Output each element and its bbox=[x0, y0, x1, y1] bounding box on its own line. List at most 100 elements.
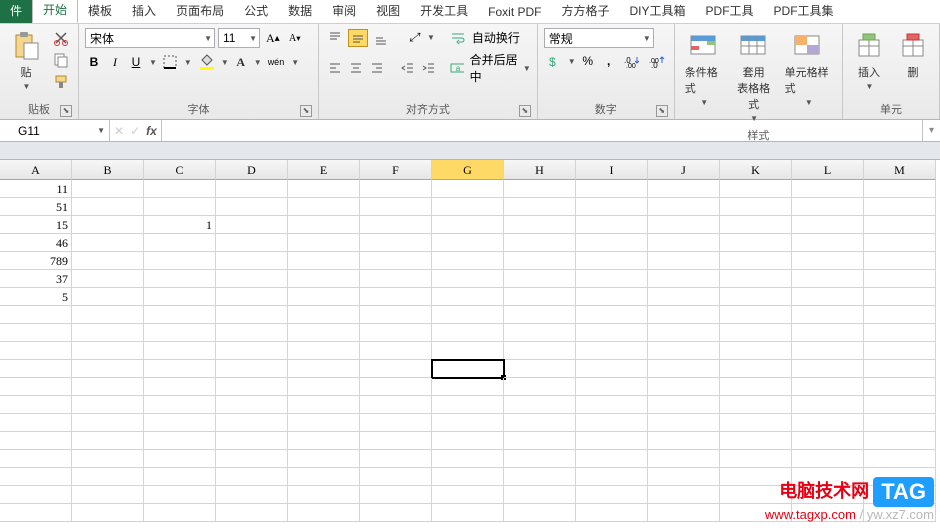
cell[interactable] bbox=[216, 450, 288, 468]
cell[interactable] bbox=[432, 270, 504, 288]
cell[interactable] bbox=[648, 342, 720, 360]
cell[interactable] bbox=[216, 252, 288, 270]
cell[interactable] bbox=[864, 414, 936, 432]
cell[interactable] bbox=[144, 270, 216, 288]
cell[interactable] bbox=[144, 414, 216, 432]
column-header[interactable]: C bbox=[144, 160, 216, 180]
align-top-button[interactable] bbox=[325, 29, 345, 47]
tab-foxitpdf[interactable]: Foxit PDF bbox=[478, 1, 551, 23]
cell[interactable] bbox=[792, 198, 864, 216]
cell[interactable] bbox=[0, 378, 72, 396]
cell[interactable] bbox=[504, 414, 576, 432]
cell[interactable] bbox=[288, 486, 360, 504]
cell[interactable] bbox=[360, 324, 432, 342]
cell[interactable] bbox=[504, 306, 576, 324]
cell[interactable] bbox=[864, 198, 936, 216]
cell[interactable] bbox=[288, 288, 360, 306]
italic-button[interactable]: I bbox=[106, 53, 124, 72]
cell[interactable]: 789 bbox=[0, 252, 72, 270]
cancel-formula-icon[interactable]: ✕ bbox=[114, 124, 124, 138]
cell[interactable] bbox=[576, 504, 648, 522]
cell[interactable] bbox=[792, 306, 864, 324]
cell[interactable] bbox=[576, 198, 648, 216]
cell[interactable] bbox=[360, 180, 432, 198]
cell[interactable] bbox=[720, 450, 792, 468]
cell[interactable] bbox=[216, 288, 288, 306]
cell[interactable] bbox=[648, 378, 720, 396]
spreadsheet-grid[interactable]: ABCDEFGHIJKLM 115115146789375 电脑技术网TAG w… bbox=[0, 160, 940, 528]
cell[interactable] bbox=[216, 180, 288, 198]
cell[interactable] bbox=[0, 342, 72, 360]
decrease-decimal-button[interactable]: .00.0 bbox=[646, 52, 668, 70]
cell[interactable] bbox=[144, 288, 216, 306]
column-header[interactable]: L bbox=[792, 160, 864, 180]
fill-color-button[interactable] bbox=[195, 52, 217, 72]
cell[interactable]: 51 bbox=[0, 198, 72, 216]
cell[interactable] bbox=[504, 360, 576, 378]
tab-home[interactable]: 开始 bbox=[32, 0, 78, 23]
cell[interactable] bbox=[360, 342, 432, 360]
cell[interactable] bbox=[432, 486, 504, 504]
cell[interactable] bbox=[288, 324, 360, 342]
cell[interactable] bbox=[576, 378, 648, 396]
align-center-button[interactable] bbox=[346, 59, 364, 77]
conditional-format-button[interactable]: 条件格式▼ bbox=[681, 28, 727, 125]
cell[interactable] bbox=[0, 414, 72, 432]
cell[interactable] bbox=[288, 234, 360, 252]
cell[interactable] bbox=[360, 414, 432, 432]
cell[interactable] bbox=[864, 450, 936, 468]
cell[interactable] bbox=[504, 486, 576, 504]
cell-styles-button[interactable]: 单元格样式▼ bbox=[781, 28, 836, 125]
cell[interactable] bbox=[792, 342, 864, 360]
cell[interactable] bbox=[72, 180, 144, 198]
cell[interactable] bbox=[864, 378, 936, 396]
cell[interactable] bbox=[648, 504, 720, 522]
cell[interactable] bbox=[288, 216, 360, 234]
cell[interactable] bbox=[720, 270, 792, 288]
cell[interactable] bbox=[792, 450, 864, 468]
tab-template[interactable]: 模板 bbox=[78, 0, 122, 23]
copy-button[interactable] bbox=[50, 50, 72, 70]
cell[interactable] bbox=[144, 486, 216, 504]
fx-button[interactable]: fx bbox=[146, 124, 157, 138]
increase-decimal-button[interactable]: .0.00 bbox=[621, 52, 643, 70]
cell[interactable] bbox=[144, 396, 216, 414]
tab-ffgz[interactable]: 方方格子 bbox=[552, 0, 620, 23]
cell[interactable] bbox=[360, 198, 432, 216]
cut-button[interactable] bbox=[50, 28, 72, 48]
column-header[interactable]: E bbox=[288, 160, 360, 180]
cell[interactable] bbox=[360, 432, 432, 450]
cell[interactable] bbox=[0, 306, 72, 324]
cell[interactable] bbox=[648, 324, 720, 342]
cell[interactable] bbox=[72, 468, 144, 486]
cell[interactable] bbox=[0, 396, 72, 414]
name-box[interactable]: G11 ▼ bbox=[0, 120, 110, 141]
cell[interactable] bbox=[72, 414, 144, 432]
cell[interactable] bbox=[576, 486, 648, 504]
cell[interactable] bbox=[216, 378, 288, 396]
cell[interactable]: 5 bbox=[0, 288, 72, 306]
percent-button[interactable]: % bbox=[579, 52, 597, 70]
cell[interactable] bbox=[288, 432, 360, 450]
cell[interactable] bbox=[576, 342, 648, 360]
comma-button[interactable]: , bbox=[600, 52, 618, 70]
dialog-launcher-icon[interactable]: ⬊ bbox=[656, 105, 668, 117]
tab-file[interactable]: 件 bbox=[0, 0, 32, 23]
wrap-text-button[interactable] bbox=[447, 29, 469, 47]
cell[interactable] bbox=[648, 486, 720, 504]
cell[interactable] bbox=[720, 360, 792, 378]
cell[interactable] bbox=[576, 360, 648, 378]
cell[interactable] bbox=[288, 342, 360, 360]
cell[interactable] bbox=[648, 234, 720, 252]
merge-center-button[interactable]: a bbox=[447, 59, 466, 77]
cell[interactable] bbox=[144, 234, 216, 252]
chevron-down-icon[interactable]: ▼ bbox=[149, 58, 157, 67]
cell[interactable] bbox=[360, 486, 432, 504]
tab-formula[interactable]: 公式 bbox=[234, 0, 278, 23]
cell[interactable] bbox=[360, 234, 432, 252]
align-right-button[interactable] bbox=[367, 59, 385, 77]
cell[interactable] bbox=[72, 270, 144, 288]
cell[interactable] bbox=[72, 324, 144, 342]
cell[interactable] bbox=[504, 234, 576, 252]
cell[interactable] bbox=[216, 396, 288, 414]
